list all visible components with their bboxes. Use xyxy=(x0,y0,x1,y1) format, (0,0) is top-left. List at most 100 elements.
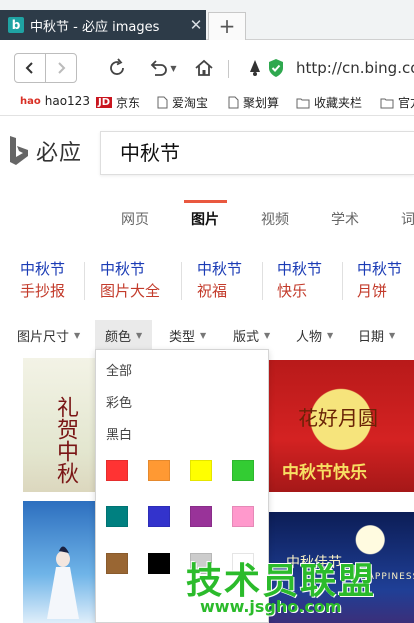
related-item-line1: 中秋节 xyxy=(100,260,146,278)
related-item-line2: 月饼 xyxy=(357,282,388,300)
filter-people[interactable]: 人物 ▼ xyxy=(296,320,333,350)
back-button[interactable] xyxy=(14,53,46,83)
related-item-line2: 快乐 xyxy=(277,282,308,300)
undo-icon xyxy=(151,60,168,76)
tab-title: 中秋节 - 必应 images xyxy=(30,19,160,35)
caret-down-icon: ▼ xyxy=(200,330,207,340)
security-shield[interactable] xyxy=(263,55,289,81)
browser-toolbar: ▼ http://cn.bing.com xyxy=(0,40,414,90)
bookmarks-bar: hao hao123 JD 京东 爱淘宝 聚划算 收藏夹栏 官方 xyxy=(0,90,414,116)
browser-tab-active[interactable]: b 中秋节 - 必应 images ✕ xyxy=(0,10,206,40)
bookmark-aitaobao[interactable]: 爱淘宝 xyxy=(157,94,208,111)
filter-label: 人物 xyxy=(296,329,323,345)
related-separator xyxy=(84,262,85,300)
related-item[interactable]: 中秋节 快乐 xyxy=(277,258,322,302)
chevron-down-icon: ▼ xyxy=(170,63,177,73)
image-result[interactable]: 礼贺中秋 xyxy=(23,358,103,492)
watermark-url: www.jsgho.com xyxy=(200,597,342,616)
filter-date[interactable]: 日期 ▼ xyxy=(358,320,395,350)
filter-layout[interactable]: 版式 ▼ xyxy=(233,320,270,350)
related-item-line1: 中秋节 xyxy=(197,260,243,278)
color-swatch-blue[interactable] xyxy=(148,506,170,527)
image-caption: 中秋节快乐 xyxy=(282,463,367,483)
undo-button[interactable]: ▼ xyxy=(143,55,181,81)
scope-web[interactable]: 网页 xyxy=(121,209,149,229)
color-swatch-pink[interactable] xyxy=(232,506,254,527)
home-icon xyxy=(195,59,213,76)
bing-logo[interactable]: 必应 xyxy=(8,135,82,167)
scope-academic[interactable]: 学术 xyxy=(331,209,359,229)
related-item[interactable]: 中秋节 图片大全 xyxy=(100,258,160,302)
color-swatch-brown[interactable] xyxy=(106,553,128,574)
bookmark-label: 官方 xyxy=(398,96,414,110)
chevron-right-icon xyxy=(58,62,66,74)
home-button[interactable] xyxy=(191,55,217,81)
related-item[interactable]: 中秋节 祝福 xyxy=(197,258,242,302)
filter-label: 颜色 xyxy=(105,329,132,345)
bing-b-icon xyxy=(10,136,28,165)
color-swatch-purple[interactable] xyxy=(190,506,212,527)
folder-icon xyxy=(296,97,310,109)
refresh-icon xyxy=(110,58,124,75)
color-option-all[interactable]: 全部 xyxy=(106,360,132,379)
color-swatch-green[interactable] xyxy=(232,460,254,481)
filter-label: 类型 xyxy=(169,329,196,345)
related-item[interactable]: 中秋节 手抄报 xyxy=(20,258,65,302)
address-bar-url[interactable]: http://cn.bing.com xyxy=(296,59,414,77)
bookmark-folder-favorites[interactable]: 收藏夹栏 xyxy=(296,94,362,111)
filter-label: 日期 xyxy=(358,329,385,345)
related-item-line2: 手抄报 xyxy=(20,282,66,300)
related-item-line2: 祝福 xyxy=(197,282,228,300)
related-item[interactable]: 中秋节 月饼 xyxy=(357,258,402,302)
color-swatch-red[interactable] xyxy=(106,460,128,481)
caret-down-icon: ▼ xyxy=(136,330,143,340)
filter-color[interactable]: 颜色 ▼ xyxy=(95,320,153,350)
bookmark-hao123[interactable]: hao hao123 xyxy=(20,94,90,108)
related-item-line1: 中秋节 xyxy=(20,260,66,278)
color-swatch-teal[interactable] xyxy=(106,506,128,527)
bookmark-label: 爱淘宝 xyxy=(172,96,209,110)
scope-images[interactable]: 图片 xyxy=(191,209,219,229)
browser-tab-strip: b 中秋节 - 必应 images ✕ + xyxy=(0,0,414,40)
scope-dictionary[interactable]: 词 xyxy=(401,209,414,229)
shield-check-icon xyxy=(269,59,283,77)
scope-videos[interactable]: 视频 xyxy=(261,209,289,229)
refresh-button[interactable] xyxy=(104,55,130,81)
filter-image-size[interactable]: 图片尺寸 ▼ xyxy=(17,320,80,350)
search-input[interactable]: 中秋节 xyxy=(100,131,414,175)
fairy-figure-icon xyxy=(47,546,79,619)
scope-tabs: 网页 图片 视频 学术 词 xyxy=(0,200,414,236)
bing-favicon-icon: b xyxy=(8,17,24,33)
filter-type[interactable]: 类型 ▼ xyxy=(169,320,206,350)
color-swatch-black[interactable] xyxy=(148,553,170,574)
image-result[interactable] xyxy=(23,501,103,623)
active-scope-indicator xyxy=(184,200,227,203)
bookmark-label: hao123 xyxy=(44,94,90,108)
caret-down-icon: ▼ xyxy=(327,330,334,340)
color-swatch-yellow[interactable] xyxy=(190,460,212,481)
new-tab-button[interactable]: + xyxy=(208,12,246,40)
forward-button[interactable] xyxy=(45,53,77,83)
page-icon xyxy=(157,96,168,109)
bookmark-folder-official[interactable]: 官方 xyxy=(380,94,414,111)
filter-label: 版式 xyxy=(233,329,260,345)
image-result[interactable]: 花好月圆 中秋节快乐 xyxy=(268,360,414,492)
bing-logo-text: 必应 xyxy=(36,141,83,166)
toolbar-separator xyxy=(228,60,229,78)
hao123-icon: hao xyxy=(20,95,41,107)
chevron-left-icon xyxy=(25,62,33,74)
folder-icon xyxy=(380,97,394,109)
tab-close-icon[interactable]: ✕ xyxy=(186,16,206,34)
image-caption: 花好月圆 xyxy=(298,406,378,430)
image-caption: 礼贺中秋 xyxy=(53,396,78,484)
color-option-bw[interactable]: 黑白 xyxy=(106,424,132,443)
bookmark-juhuasuan[interactable]: 聚划算 xyxy=(228,94,279,111)
bookmark-label: 聚划算 xyxy=(243,96,280,110)
filter-label: 图片尺寸 xyxy=(17,329,70,345)
color-option-color[interactable]: 彩色 xyxy=(106,392,132,411)
bookmark-jd[interactable]: JD 京东 xyxy=(96,94,140,111)
filter-bar: 图片尺寸 ▼ 颜色 ▼ 类型 ▼ 版式 ▼ 人物 ▼ 日期 ▼ xyxy=(0,320,414,350)
related-item-line1: 中秋节 xyxy=(277,260,323,278)
related-separator xyxy=(342,262,343,300)
color-swatch-orange[interactable] xyxy=(148,460,170,481)
